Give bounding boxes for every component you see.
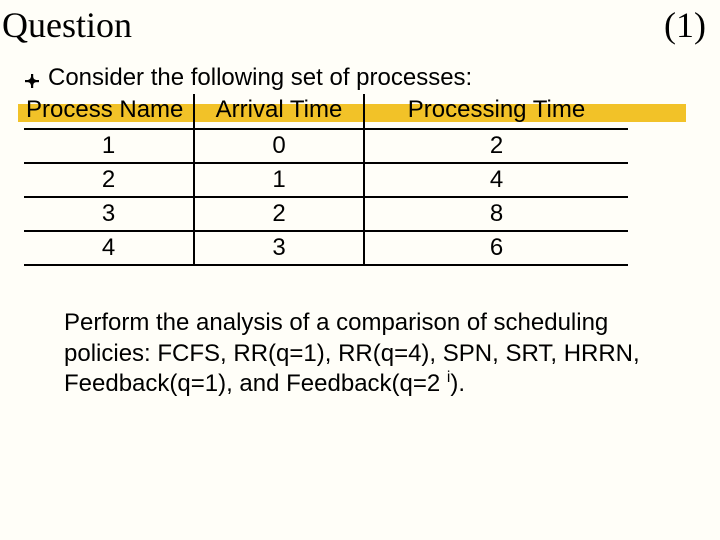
bullet-text: Consider the following set of processes:: [48, 64, 472, 91]
cell-arrival: 3: [194, 231, 364, 265]
instruction-text: Perform the analysis of a comparison of …: [24, 266, 696, 400]
instruction-post: ).: [450, 370, 465, 397]
col-header-name: Process Name: [24, 94, 194, 129]
cell-name: 2: [24, 163, 194, 197]
cell-name: 1: [24, 129, 194, 163]
cell-arrival: 1: [194, 163, 364, 197]
page-number: (1): [664, 4, 706, 46]
col-header-arrival: Arrival Time: [194, 94, 364, 129]
cell-name: 3: [24, 197, 194, 231]
process-table: Process Name Arrival Time Processing Tim…: [24, 94, 628, 266]
cell-arrival: 0: [194, 129, 364, 163]
cell-name: 4: [24, 231, 194, 265]
bullet-icon: [24, 73, 40, 89]
table-row: 3 2 8: [24, 197, 628, 231]
table-row: 2 1 4: [24, 163, 628, 197]
instruction-pre: Perform the analysis of a comparison of …: [64, 309, 640, 397]
col-header-processing: Processing Time: [364, 94, 628, 129]
table-header-row: Process Name Arrival Time Processing Tim…: [24, 94, 628, 129]
cell-processing: 8: [364, 197, 628, 231]
cell-arrival: 2: [194, 197, 364, 231]
cell-processing: 4: [364, 163, 628, 197]
table-row: 4 3 6: [24, 231, 628, 265]
page-title: Question: [2, 4, 132, 46]
cell-processing: 2: [364, 129, 628, 163]
table-row: 1 0 2: [24, 129, 628, 163]
cell-processing: 6: [364, 231, 628, 265]
